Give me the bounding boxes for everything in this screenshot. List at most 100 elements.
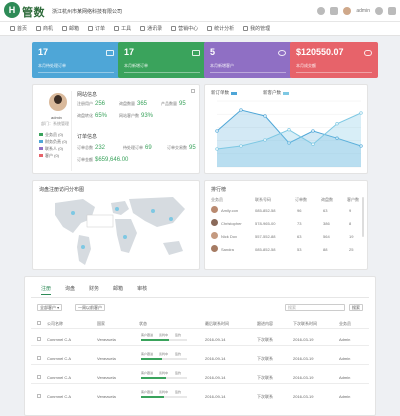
nav-label: 首页 [17, 26, 28, 32]
logout-icon[interactable] [388, 7, 396, 15]
data-point[interactable] [239, 108, 243, 112]
grid-icon[interactable] [330, 7, 339, 15]
row-checkbox[interactable] [37, 356, 41, 360]
tab-review[interactable]: 审核 [137, 285, 147, 295]
user-name[interactable]: admin [356, 8, 370, 14]
cell-last-contact: 2016-09-14 [205, 337, 226, 342]
avatar [211, 232, 218, 239]
cell-inquiries: 63 [323, 208, 328, 213]
customer-table-card: 注册 询盘 财务 邮箱 审核 全部客户 ▾ 一周以前客户 搜索 搜索 公司名称 … [24, 276, 376, 416]
kv-value: 95 [189, 145, 196, 151]
cell-country: Venezuela [97, 394, 116, 399]
col-header: 业务员 [211, 197, 223, 202]
row-checkbox[interactable] [37, 337, 41, 341]
cell-country: Venezuela [97, 375, 116, 380]
tab-inquiry[interactable]: 询盘 [65, 285, 75, 295]
tab-register[interactable]: 注册 [41, 285, 52, 295]
stat-card-pending-orders[interactable]: 17 本月待处理订单 [32, 42, 120, 78]
chart-card: 新订单数 新客户数 [204, 84, 368, 174]
cell-next-contact: 2016-03-19 [293, 337, 314, 342]
scrollbar[interactable] [362, 197, 364, 237]
stat-value: 5 [210, 47, 216, 57]
kv-label: 订单交易数 [167, 145, 187, 150]
map-marker [151, 209, 155, 213]
tag-label: 业务员 (0) [45, 132, 63, 137]
data-point[interactable] [287, 128, 291, 132]
stat-card-revenue[interactable]: $120550.07 本月成交额 [290, 42, 378, 78]
filter-label: 全部客户 [40, 305, 56, 310]
stat-card-new-orders[interactable]: 17 本月新增订单 [118, 42, 206, 78]
data-point[interactable] [359, 111, 363, 115]
search-input[interactable]: 搜索 [285, 304, 345, 311]
search-button[interactable]: 搜索 [349, 304, 363, 311]
data-point[interactable] [335, 122, 339, 126]
marketing-icon [171, 26, 177, 31]
nav-item-marketing[interactable]: 营销中心 [171, 25, 198, 32]
select-all-checkbox[interactable] [37, 321, 41, 325]
tab-finance[interactable]: 财务 [89, 285, 99, 295]
nav-item-opportunity[interactable]: 商机 [36, 25, 53, 32]
settings-icon[interactable] [375, 7, 383, 15]
nav-item-mail[interactable]: 邮箱 [62, 25, 79, 32]
nav-label: 订单 [95, 26, 106, 32]
data-point[interactable] [239, 144, 243, 148]
row-checkbox[interactable] [37, 375, 41, 379]
contacts-icon [140, 26, 146, 31]
stat-label: 本月待处理订单 [38, 63, 66, 68]
avatar[interactable] [343, 7, 352, 15]
data-point[interactable] [215, 147, 219, 151]
col-header: 跟进内容 [257, 321, 273, 326]
stage-progress [141, 358, 187, 360]
cell-last-contact: 2016-09-14 [205, 394, 226, 399]
mail-icon [62, 26, 68, 31]
stage-progress [141, 339, 187, 341]
expand-icon[interactable] [191, 89, 195, 93]
manage-icon [243, 26, 249, 31]
cell-phone: 578-965-00 [255, 221, 276, 226]
order-icon [88, 26, 94, 31]
opportunity-icon [36, 26, 42, 31]
message-icon[interactable] [317, 7, 326, 15]
avatar [211, 206, 218, 213]
nav-item-orders[interactable]: 订单 [88, 25, 105, 32]
nav-item-home[interactable]: 首页 [10, 25, 27, 32]
data-point[interactable] [311, 129, 315, 133]
data-point[interactable] [215, 129, 219, 133]
tag-item[interactable]: 财务负责 (0) [39, 138, 67, 145]
stat-card-new-customers[interactable]: 5 本月新增客户 [204, 42, 292, 78]
kv-label: 订单金额 [77, 157, 93, 162]
col-header: 公司名称 [47, 321, 63, 326]
col-header: 最后联系时间 [205, 321, 229, 326]
nav-item-manage[interactable]: 我的管理 [243, 25, 270, 32]
kv-item: 网站客户数 93% [119, 113, 153, 119]
tab-mail[interactable]: 邮箱 [113, 285, 123, 295]
row-checkbox[interactable] [37, 394, 41, 398]
stage-progress-fill [141, 339, 169, 341]
profile-name: admin [51, 115, 62, 120]
cell-name: Amily.con [221, 208, 239, 213]
cell-agent: Admin [339, 337, 351, 342]
data-point[interactable] [263, 138, 267, 142]
filter-period-button[interactable]: 一周以前客户 [75, 304, 105, 311]
cell-inquiries: 564 [323, 234, 330, 239]
filter-all-customers[interactable]: 全部客户 ▾ [37, 304, 63, 311]
nav-item-tools[interactable]: 工具 [114, 25, 131, 32]
order-info-title: 订单信息 [77, 134, 98, 140]
tag-item[interactable]: 客户 (0) [39, 152, 67, 159]
tag-item[interactable]: 业务员 (0) [39, 131, 67, 138]
tag-item[interactable]: 联系人 (0) [39, 145, 67, 152]
kv-value: 93% [141, 113, 154, 119]
nav-label: 营销中心 [178, 26, 199, 32]
kv-label: 询盘数量 [119, 101, 135, 106]
kv-value: 65% [95, 113, 108, 119]
data-point[interactable] [263, 114, 267, 118]
data-point[interactable] [311, 142, 315, 146]
nav-label: 我的管理 [250, 26, 271, 32]
stage-label: 签约 [175, 371, 182, 375]
nav-label: 工具 [121, 26, 132, 32]
kv-item: 询盘数量 365 [119, 101, 147, 107]
nav-item-contacts[interactable]: 通讯录 [140, 25, 162, 32]
nav-item-stats[interactable]: 统计分析 [207, 25, 234, 32]
stat-label: 本月新增订单 [124, 63, 148, 68]
stat-divider [296, 72, 372, 73]
